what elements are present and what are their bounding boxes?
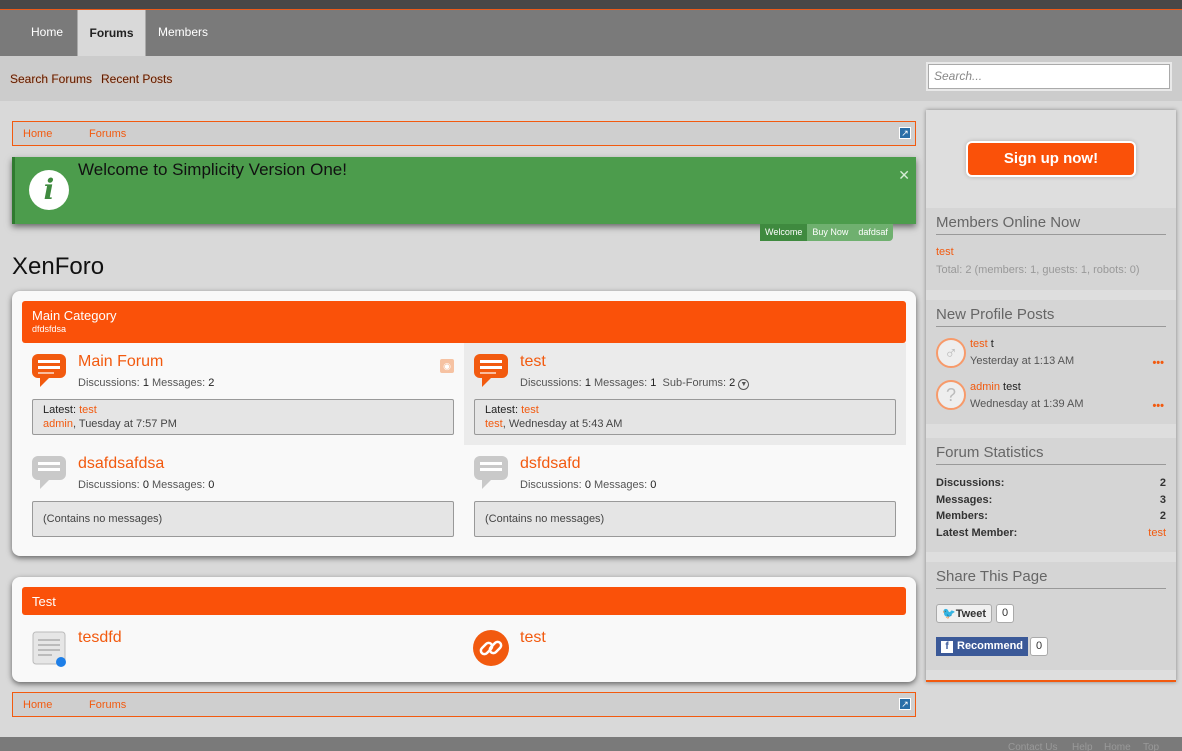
tweet-button[interactable]: 🐦Tweet: [936, 604, 993, 623]
category-description: dfdsfdsa: [32, 324, 67, 334]
recommend-count: 0: [1030, 637, 1049, 656]
profile-post-user[interactable]: admin: [970, 381, 1000, 393]
tab-forums[interactable]: Forums: [77, 9, 146, 57]
page-node: tesdfd: [22, 621, 464, 671]
breadcrumb-forums[interactable]: Forums: [89, 128, 126, 140]
category-header[interactable]: Main Category dfdsfdsa: [22, 301, 906, 343]
stat-row: Members: 2: [936, 510, 1166, 522]
latest-user-link[interactable]: admin: [43, 418, 73, 430]
breadcrumb: Home Forums ↗: [12, 121, 916, 146]
link-node: test: [464, 621, 906, 671]
latest-post-empty: (Contains no messages): [32, 501, 454, 537]
notice-tab-dafdsaf[interactable]: dafdsaf: [853, 224, 893, 241]
profile-post: admin test Wednesday at 1:39 AM: [970, 381, 1084, 410]
profile-post: test t Yesterday at 1:13 AM: [970, 338, 1075, 367]
facebook-icon: f: [941, 641, 953, 653]
notice-tab-welcome[interactable]: Welcome: [760, 224, 808, 241]
share-title: Share This Page: [936, 568, 1166, 589]
page-icon: [32, 631, 66, 667]
forum-title[interactable]: dsfdsafd: [520, 455, 580, 473]
forum-stats: Discussions: 0 Messages: 0: [78, 479, 215, 491]
tweet-count: 0: [996, 604, 1015, 623]
tab-members[interactable]: Members: [150, 9, 216, 56]
forum-read-icon: [474, 456, 508, 489]
forum-node: dsfdsafd Discussions: 0 Messages: 0 (Con…: [464, 445, 906, 547]
footer-contact-link[interactable]: Contact Us: [1008, 742, 1057, 751]
forum-title[interactable]: Main Forum: [78, 353, 163, 371]
notice-banner: i Welcome to Simplicity Version One! ✕: [12, 157, 916, 224]
link-title[interactable]: test: [520, 629, 546, 647]
footer-top-link[interactable]: Top: [1143, 742, 1159, 751]
page-title: XenForo: [12, 253, 105, 280]
profile-posts-title: New Profile Posts: [936, 306, 1166, 327]
top-navigation: Home Forums Members: [0, 0, 1182, 57]
stat-row: Latest Member: test: [936, 527, 1166, 539]
breadcrumb-forums[interactable]: Forums: [89, 699, 126, 711]
forum-statistics-title: Forum Statistics: [936, 444, 1166, 465]
category-title[interactable]: Test: [32, 594, 56, 609]
latest-post-empty: (Contains no messages): [474, 501, 896, 537]
category-main: Main Category dfdsfdsa Main Forum Discus…: [12, 291, 916, 556]
latest-post: Latest: test test, Wednesday at 5:43 AM: [474, 399, 896, 435]
breadcrumb-bottom: Home Forums ↗: [12, 692, 916, 717]
signup-button[interactable]: Sign up now!: [968, 143, 1134, 175]
recommend-button[interactable]: f Recommend: [936, 637, 1029, 656]
forum-node: Main Forum Discussions: 1 Messages: 2 ◉ …: [22, 343, 464, 445]
notice-tab-buy-now[interactable]: Buy Now: [807, 224, 853, 241]
latest-user-link[interactable]: test: [485, 418, 503, 430]
latest-member-link[interactable]: test: [1148, 527, 1166, 539]
search-forums-link[interactable]: Search Forums: [10, 72, 92, 86]
page-title-link[interactable]: tesdfd: [78, 629, 122, 647]
info-icon: i: [29, 170, 69, 210]
chevron-down-icon[interactable]: ▼: [738, 379, 750, 390]
footer: Contact Us Help Home Top: [0, 737, 1182, 751]
stat-row: Messages: 3: [936, 494, 1166, 506]
forum-stats: Discussions: 0 Messages: 0: [520, 479, 657, 491]
forum-read-icon: [32, 456, 66, 489]
forum-node: dsafdsafdsa Discussions: 0 Messages: 0 (…: [22, 445, 464, 547]
latest-thread-link[interactable]: test: [521, 404, 539, 416]
avatar[interactable]: ♂: [936, 338, 966, 368]
link-icon: [473, 630, 509, 666]
profile-posts-block: New Profile Posts ♂ test t Yesterday at 1…: [926, 300, 1176, 424]
profile-post-user[interactable]: test: [970, 338, 988, 350]
forum-node: test Discussions: 1 Messages: 1 Sub-Foru…: [464, 343, 906, 445]
forum-unread-icon: [32, 354, 66, 387]
footer-home-link[interactable]: Home: [1104, 742, 1131, 751]
online-total: Total: 2 (members: 1, guests: 1, robots:…: [936, 264, 1140, 276]
category-title[interactable]: Main Category: [32, 308, 117, 323]
tab-home[interactable]: Home: [18, 9, 76, 56]
search-input[interactable]: Search...: [928, 64, 1170, 89]
online-user-link[interactable]: test: [936, 246, 954, 258]
breadcrumb-home[interactable]: Home: [23, 699, 52, 711]
members-online-title: Members Online Now: [936, 214, 1166, 235]
forum-statistics-block: Forum Statistics Discussions: 2 Messages:…: [926, 438, 1176, 552]
forum-title[interactable]: dsafdsafdsa: [78, 455, 164, 473]
stat-row: Discussions: 2: [936, 477, 1166, 489]
category-test: Test tesdfd test: [12, 577, 916, 682]
latest-post: Latest: test admin, Tuesday at 7:57 PM: [32, 399, 454, 435]
jump-icon[interactable]: ↗: [899, 127, 911, 139]
forum-stats: Discussions: 1 Messages: 2: [78, 377, 215, 389]
category-header[interactable]: Test: [22, 587, 906, 615]
notice-message: Welcome to Simplicity Version One!: [78, 160, 347, 179]
breadcrumb-home[interactable]: Home: [23, 128, 52, 140]
jump-icon[interactable]: ↗: [899, 698, 911, 710]
avatar[interactable]: ?: [936, 380, 966, 410]
more-icon[interactable]: •••: [1152, 357, 1164, 369]
latest-thread-link[interactable]: test: [79, 404, 97, 416]
more-icon[interactable]: •••: [1152, 400, 1164, 412]
rss-icon[interactable]: ◉: [440, 359, 454, 373]
close-icon[interactable]: ✕: [898, 167, 910, 184]
footer-help-link[interactable]: Help: [1072, 742, 1093, 751]
notice-tabs: Welcome Buy Now dafdsaf: [760, 224, 893, 241]
recent-posts-link[interactable]: Recent Posts: [101, 72, 172, 86]
sidebar: Sign up now! Members Online Now test Tot…: [926, 110, 1176, 682]
members-online-block: Members Online Now test Total: 2 (member…: [926, 208, 1176, 290]
forum-title[interactable]: test: [520, 353, 546, 371]
forum-stats: Discussions: 1 Messages: 1 Sub-Forums: 2…: [520, 377, 750, 390]
twitter-icon: 🐦: [942, 608, 956, 620]
forum-unread-icon: [474, 354, 508, 387]
